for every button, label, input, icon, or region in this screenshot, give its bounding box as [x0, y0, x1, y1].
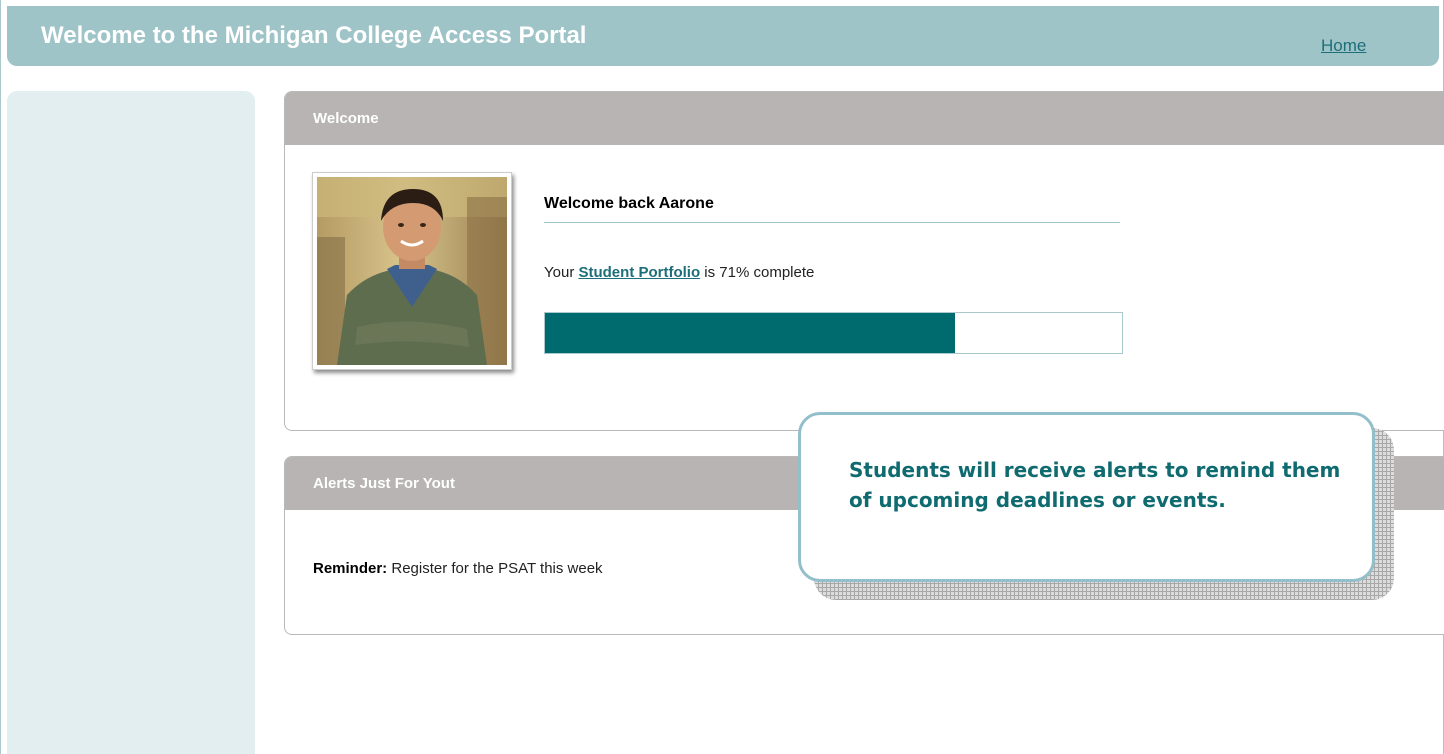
portfolio-suffix: is 71% complete: [700, 264, 815, 281]
portfolio-prefix: Your: [544, 264, 579, 281]
student-avatar-image: [317, 177, 507, 365]
callout-text: Students will receive alerts to remind t…: [849, 458, 1341, 512]
home-link[interactable]: Home: [1321, 36, 1366, 56]
portal-title: Welcome to the Michigan College Access P…: [41, 22, 587, 49]
portfolio-status: Your Student Portfolio is 71% complete: [544, 264, 814, 281]
reminder-label: Reminder:: [313, 560, 388, 577]
alert-item: Reminder: Register for the PSAT this wee…: [313, 560, 603, 577]
welcome-greeting: Welcome back Aarone: [544, 195, 1120, 223]
reminder-text: Register for the PSAT this week: [387, 560, 603, 577]
welcome-panel-title: Welcome: [285, 92, 1444, 145]
welcome-panel: Welcome Welcome back Aarone Your Student…: [284, 91, 1444, 431]
portfolio-progress-fill: [545, 313, 955, 353]
annotation-callout: Students will receive alerts to remind t…: [798, 412, 1375, 582]
portfolio-progress-bar: [544, 312, 1123, 354]
portal-header: Welcome to the Michigan College Access P…: [7, 6, 1439, 66]
left-sidebar: [7, 91, 255, 754]
student-photo: [312, 172, 512, 370]
student-portfolio-link[interactable]: Student Portfolio: [578, 264, 700, 281]
portal-page: Welcome to the Michigan College Access P…: [0, 0, 1444, 754]
